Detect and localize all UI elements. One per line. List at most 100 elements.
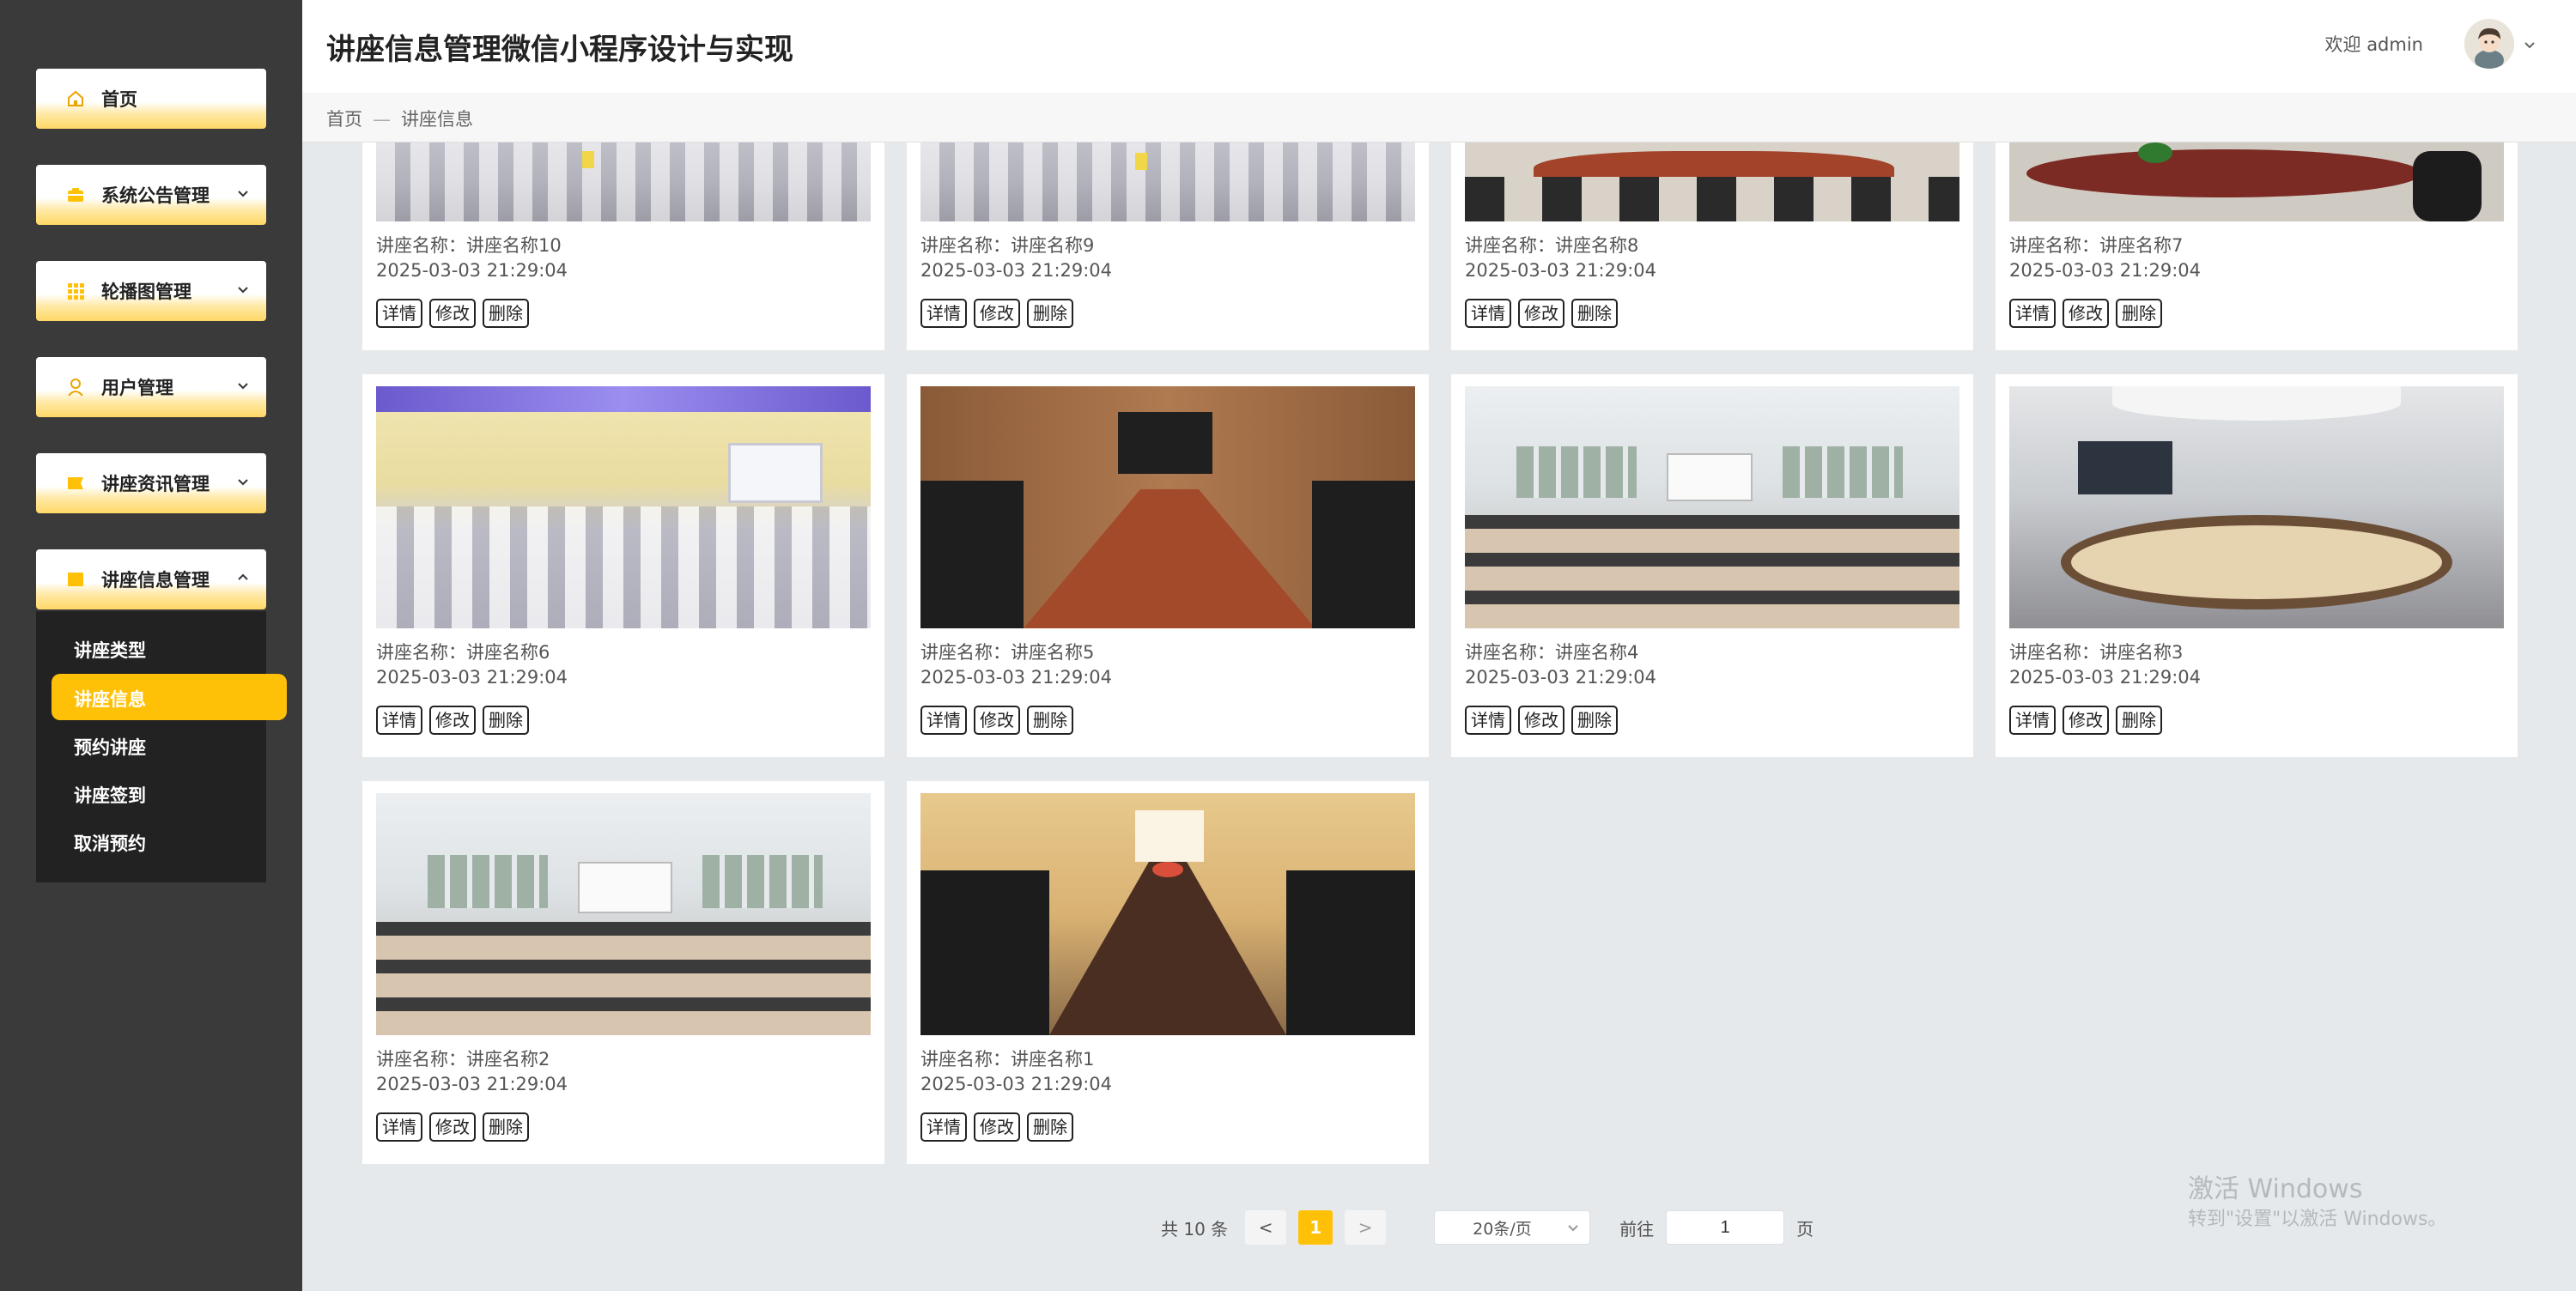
lecture-card: 讲座名称：讲座名称1 2025-03-03 21:29:04 详情 修改 删除 [907, 781, 1429, 1164]
lecture-image [2009, 142, 2504, 221]
edit-button[interactable]: 修改 [2063, 299, 2109, 328]
detail-button[interactable]: 详情 [376, 299, 422, 328]
edit-button[interactable]: 修改 [974, 1112, 1020, 1142]
chevron-down-icon [238, 383, 248, 390]
goto-page-input[interactable] [1666, 1210, 1785, 1245]
page-number-1[interactable]: 1 [1298, 1210, 1334, 1245]
sidebar-item-label: 讲座信息管理 [101, 570, 210, 591]
submenu-lecture-type[interactable]: 讲座类型 [74, 637, 146, 663]
sidebar-item-banner[interactable]: 轮播图管理 [36, 261, 266, 321]
user-icon [65, 377, 86, 397]
page-size-select[interactable]: 20条/页 [1434, 1210, 1591, 1245]
lecture-card: 讲座名称：讲座名称6 2025-03-03 21:29:04 详情 修改 删除 [362, 374, 884, 757]
goto-label: 前往 [1619, 1218, 1655, 1239]
detail-button[interactable]: 详情 [920, 299, 967, 328]
edit-button[interactable]: 修改 [429, 1112, 476, 1142]
grid-icon [65, 281, 86, 301]
prev-page-button[interactable]: < [1245, 1210, 1287, 1245]
detail-button[interactable]: 详情 [1465, 299, 1511, 328]
sidebar-item-home[interactable]: 首页 [36, 69, 266, 129]
lecture-image [920, 142, 1415, 221]
edit-button[interactable]: 修改 [2063, 706, 2109, 735]
delete-button[interactable]: 删除 [2116, 299, 2162, 328]
detail-button[interactable]: 详情 [376, 1112, 422, 1142]
lecture-card: 讲座名称：讲座名称9 2025-03-03 21:29:04 详情 修改 删除 [907, 142, 1429, 350]
lecture-image [376, 142, 871, 221]
chevron-down-icon [1568, 1225, 1578, 1232]
card-actions: 详情 修改 删除 [376, 706, 529, 735]
detail-button[interactable]: 详情 [376, 706, 422, 735]
edit-button[interactable]: 修改 [974, 706, 1020, 735]
lecture-icon [65, 569, 86, 590]
submenu-lecture-info[interactable]: 讲座信息 [74, 686, 146, 712]
card-actions: 详情 修改 删除 [376, 299, 529, 328]
lecture-image [376, 386, 871, 628]
delete-button[interactable]: 删除 [483, 1112, 529, 1142]
card-actions: 详情 修改 删除 [1465, 706, 1618, 735]
welcome-text: 欢迎 admin [2324, 34, 2423, 55]
submenu-cancel-booking[interactable]: 取消预约 [74, 830, 146, 856]
chevron-down-icon [238, 191, 248, 197]
sidebar-item-label: 用户管理 [101, 378, 173, 398]
chevron-down-icon[interactable] [2521, 36, 2538, 53]
lecture-card: 讲座名称：讲座名称7 2025-03-03 21:29:04 详情 修改 删除 [1996, 142, 2518, 350]
delete-button[interactable]: 删除 [1027, 299, 1073, 328]
lecture-image [1465, 386, 1959, 628]
chevron-down-icon [238, 479, 248, 486]
edit-button[interactable]: 修改 [429, 706, 476, 735]
delete-button[interactable]: 删除 [1571, 706, 1618, 735]
lecture-card: 讲座名称：讲座名称2 2025-03-03 21:29:04 详情 修改 删除 [362, 781, 884, 1164]
edit-button[interactable]: 修改 [1518, 299, 1564, 328]
edit-button[interactable]: 修改 [1518, 706, 1564, 735]
lecture-image [920, 793, 1415, 1035]
app-title: 讲座信息管理微信小程序设计与实现 [326, 33, 793, 67]
lecture-name: 讲座名称：讲座名称4 [1465, 642, 1639, 663]
lecture-name: 讲座名称：讲座名称7 [2009, 235, 2184, 256]
lecture-date: 2025-03-03 21:29:04 [2009, 667, 2202, 688]
lecture-image [1465, 142, 1959, 221]
delete-button[interactable]: 删除 [1027, 1112, 1073, 1142]
sidebar: 首页 系统公告管理 轮播图管理 用户管理 讲座资讯管理 讲座信息管理 讲座类型 … [0, 0, 302, 1291]
detail-button[interactable]: 详情 [2009, 706, 2056, 735]
delete-button[interactable]: 删除 [1027, 706, 1073, 735]
sidebar-item-notice[interactable]: 系统公告管理 [36, 165, 266, 225]
detail-button[interactable]: 详情 [920, 1112, 967, 1142]
lecture-card: 讲座名称：讲座名称5 2025-03-03 21:29:04 详情 修改 删除 [907, 374, 1429, 757]
sidebar-item-users[interactable]: 用户管理 [36, 357, 266, 417]
chevron-up-icon [238, 573, 248, 580]
detail-button[interactable]: 详情 [1465, 706, 1511, 735]
lecture-name: 讲座名称：讲座名称5 [920, 642, 1095, 663]
delete-button[interactable]: 删除 [1571, 299, 1618, 328]
submenu-book-lecture[interactable]: 预约讲座 [74, 734, 146, 760]
sidebar-item-news[interactable]: 讲座资讯管理 [36, 453, 266, 513]
breadcrumb-home[interactable]: 首页 [326, 109, 362, 130]
next-page-button[interactable]: > [1345, 1210, 1387, 1245]
edit-button[interactable]: 修改 [429, 299, 476, 328]
detail-button[interactable]: 详情 [2009, 299, 2056, 328]
lecture-date: 2025-03-03 21:29:04 [920, 260, 1113, 281]
card-actions: 详情 修改 删除 [920, 299, 1073, 328]
avatar[interactable] [2464, 19, 2514, 69]
pagination-total: 共 10 条 [1161, 1218, 1229, 1239]
edit-button[interactable]: 修改 [974, 299, 1020, 328]
detail-button[interactable]: 详情 [920, 706, 967, 735]
sidebar-item-lecture[interactable]: 讲座信息管理 [36, 549, 266, 609]
windows-activation-watermark: 激活 Windows [2188, 1174, 2363, 1204]
lecture-image [2009, 386, 2504, 628]
pagination: 共 10 条 < 1 > 20条/页 前往 页 [1161, 1209, 1814, 1246]
header: 讲座信息管理微信小程序设计与实现 欢迎 admin [302, 0, 2576, 93]
lecture-image [376, 793, 871, 1035]
delete-button[interactable]: 删除 [2116, 706, 2162, 735]
lecture-name: 讲座名称：讲座名称6 [376, 642, 550, 663]
lecture-date: 2025-03-03 21:29:04 [1465, 260, 1657, 281]
goto-suffix: 页 [1796, 1218, 1814, 1239]
submenu-lecture-checkin[interactable]: 讲座签到 [74, 782, 146, 808]
breadcrumb-bar: 首页 — 讲座信息 [302, 93, 2576, 142]
lecture-name: 讲座名称：讲座名称10 [376, 235, 562, 256]
lecture-image [920, 386, 1415, 628]
lecture-name: 讲座名称：讲座名称1 [920, 1049, 1095, 1070]
delete-button[interactable]: 删除 [483, 299, 529, 328]
breadcrumb: 首页 — 讲座信息 [326, 106, 473, 131]
card-actions: 详情 修改 删除 [376, 1112, 529, 1142]
delete-button[interactable]: 删除 [483, 706, 529, 735]
